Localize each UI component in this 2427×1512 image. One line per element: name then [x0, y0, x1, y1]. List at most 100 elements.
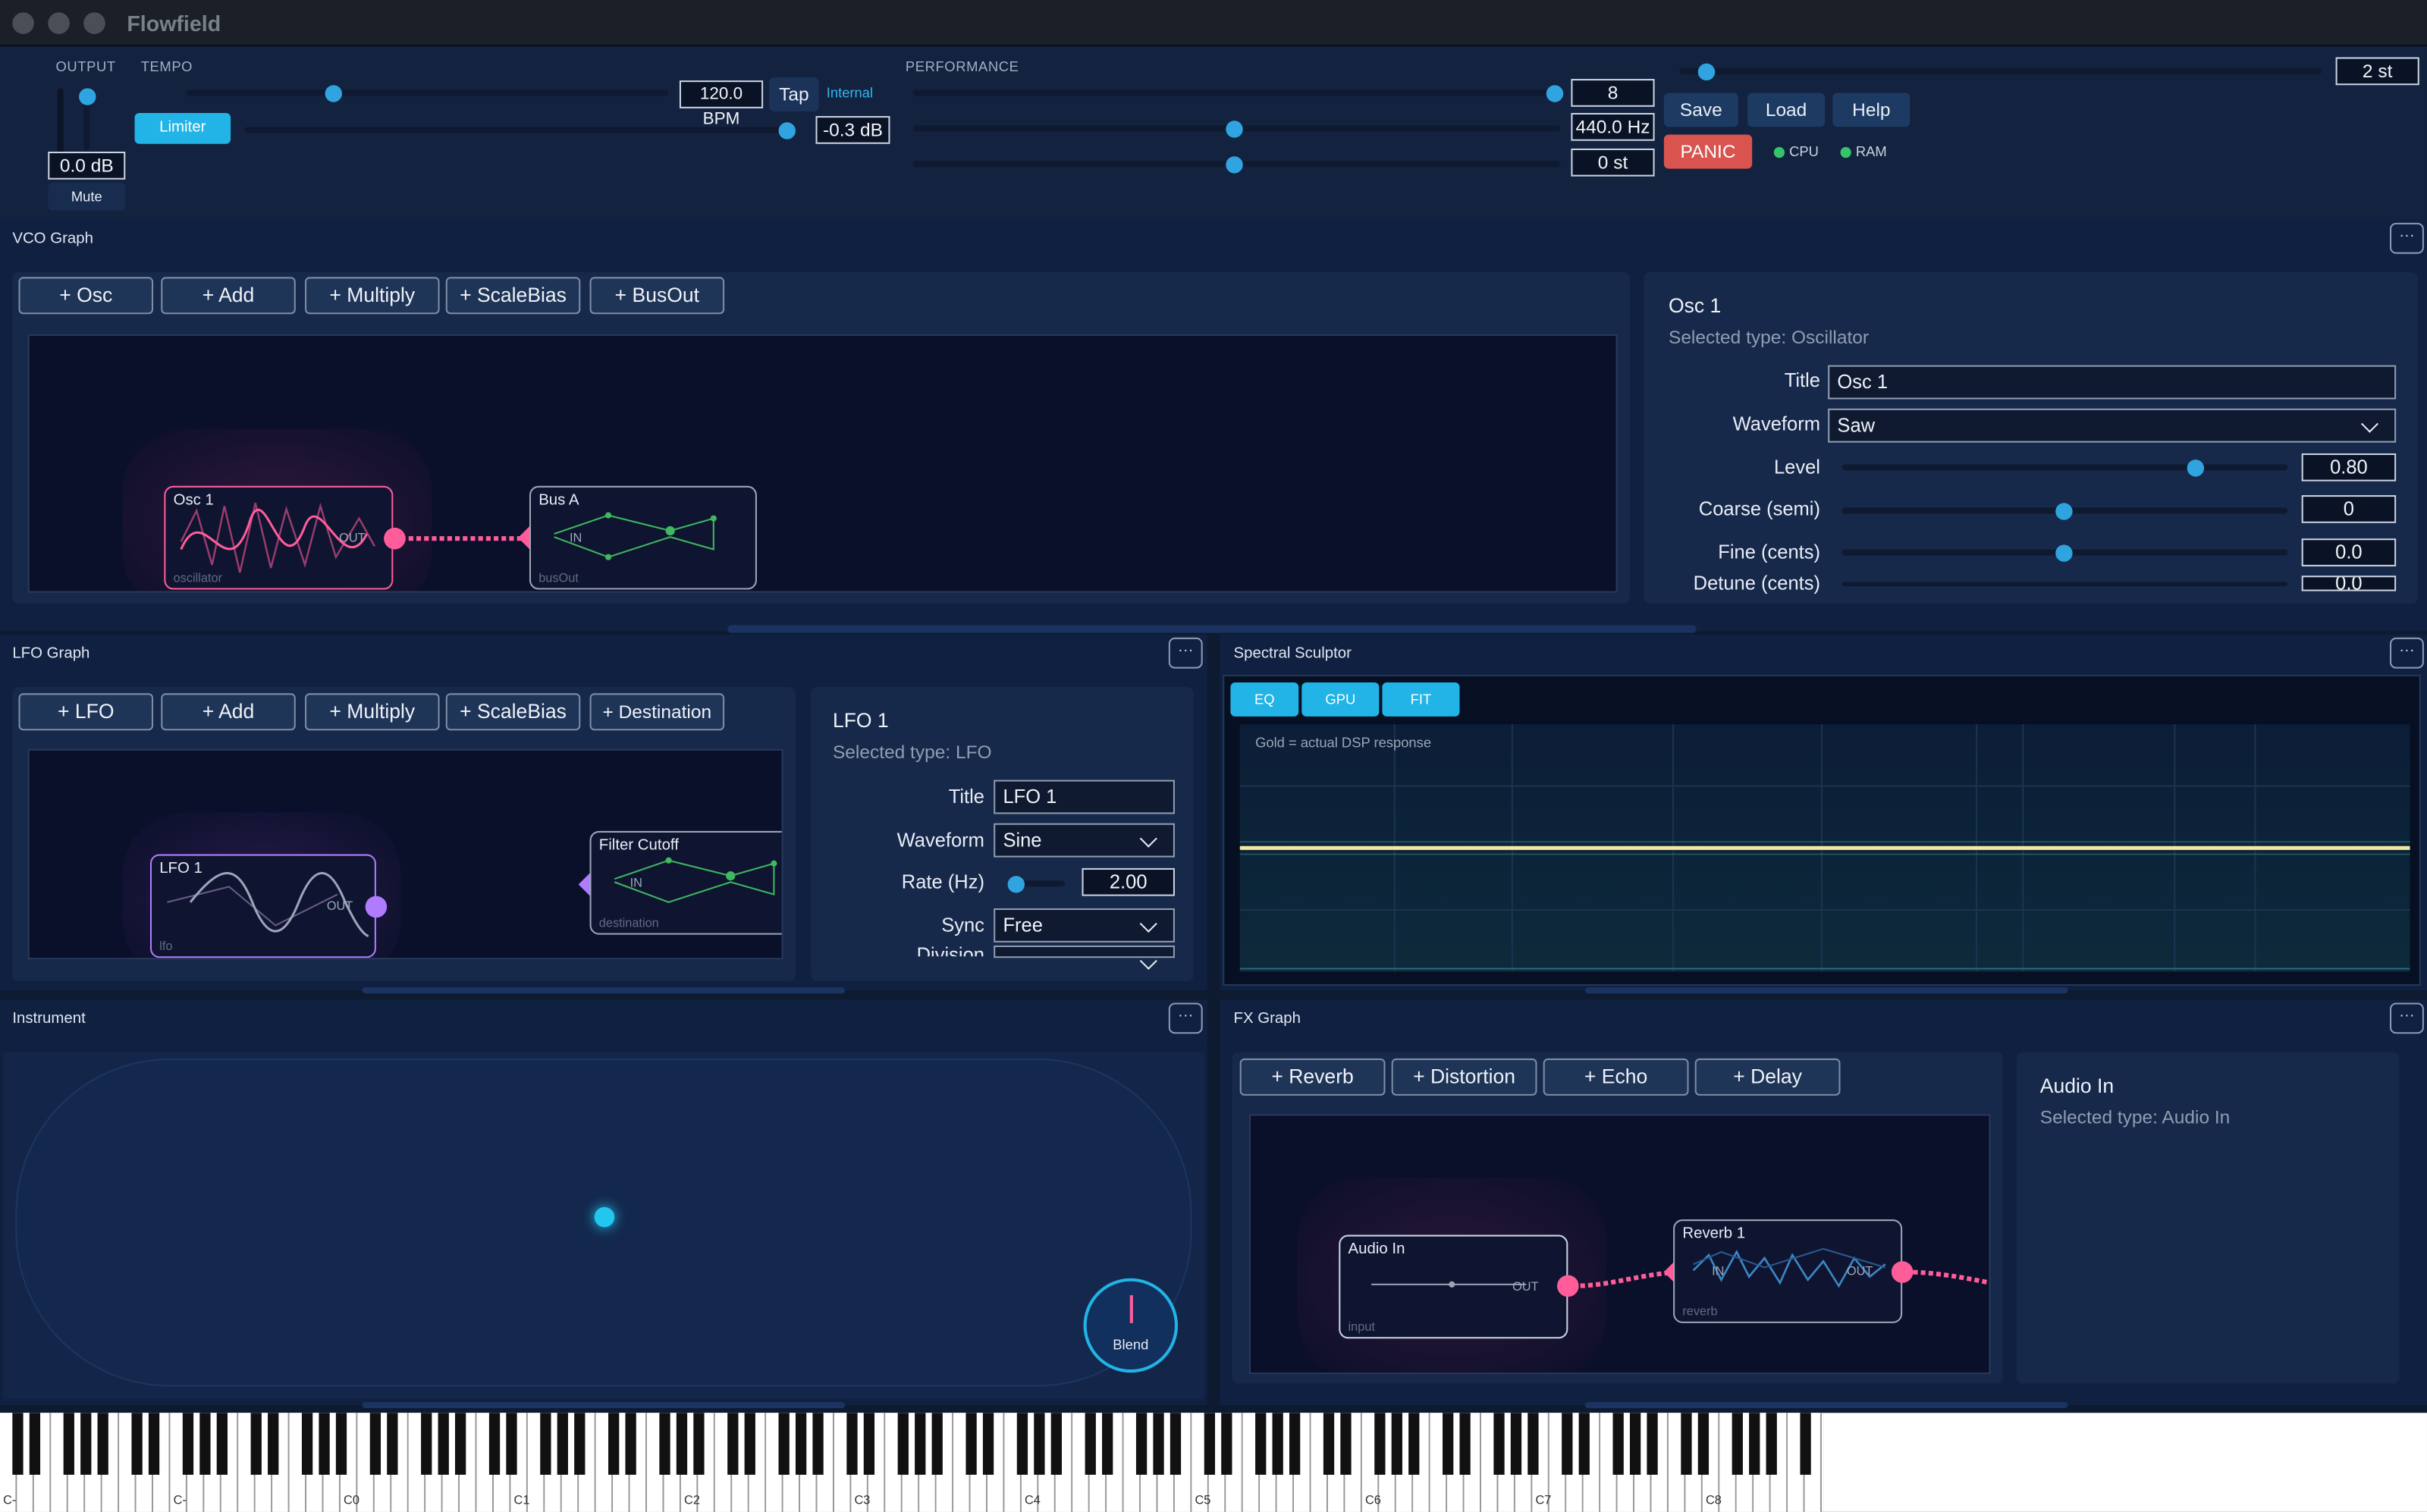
black-key[interactable] [812, 1413, 823, 1475]
black-key[interactable] [624, 1413, 636, 1475]
destination-node[interactable]: Filter Cutoff IN destination [589, 830, 782, 935]
black-key[interactable] [1561, 1413, 1572, 1475]
black-key[interactable] [1390, 1413, 1402, 1475]
vco-scrollbar[interactable] [727, 625, 1697, 633]
black-key[interactable] [1646, 1413, 1657, 1475]
limiter-toggle[interactable]: Limiter [134, 112, 231, 144]
black-key[interactable] [1697, 1413, 1709, 1475]
lfo-node[interactable]: LFO 1 OUT lfo [149, 854, 376, 958]
load-button[interactable]: Load [1747, 93, 1826, 127]
add-add-button[interactable]: + Add [161, 277, 296, 315]
black-key[interactable] [505, 1413, 516, 1475]
add-scalebias-button[interactable]: + ScaleBias [445, 277, 581, 315]
black-key[interactable] [1254, 1413, 1266, 1475]
add-destination-button[interactable]: + Destination [589, 693, 725, 731]
help-button[interactable]: Help [1832, 93, 1911, 127]
audio-in-node[interactable]: Audio In OUT input [1339, 1234, 1568, 1339]
output-fader-knob[interactable] [79, 87, 96, 105]
minimize-window-button[interactable] [48, 12, 70, 34]
black-key[interactable] [914, 1413, 925, 1475]
black-key[interactable] [573, 1413, 585, 1475]
black-key[interactable] [1016, 1413, 1028, 1475]
mute-button[interactable]: Mute [48, 182, 126, 211]
black-key[interactable] [896, 1413, 908, 1475]
lfo-division-select[interactable] [994, 945, 1175, 958]
vco-graph-canvas[interactable]: Osc 1 OUT oscillator Bus A IN busOut [27, 334, 1618, 593]
black-key[interactable] [846, 1413, 857, 1475]
add-distortion-button[interactable]: + Distortion [1391, 1058, 1537, 1096]
black-key[interactable] [147, 1413, 159, 1475]
black-key[interactable] [608, 1413, 619, 1475]
black-key[interactable] [727, 1413, 738, 1475]
lfo-title-input[interactable]: LFO 1 [994, 780, 1175, 814]
black-key[interactable] [1322, 1413, 1334, 1475]
voices-slider-track[interactable] [913, 89, 1561, 96]
black-key[interactable] [437, 1413, 448, 1475]
fx-scrollbar[interactable] [1584, 1401, 2068, 1409]
add-busout-button[interactable]: + BusOut [589, 277, 725, 315]
black-key[interactable] [1203, 1413, 1215, 1475]
black-key[interactable] [300, 1413, 312, 1475]
black-key[interactable] [1442, 1413, 1453, 1475]
piano-keyboard[interactable]: C- C- C0 C1 C2 C3 C4 C5 C6 C7 C8 [0, 1413, 1824, 1512]
bus-node[interactable]: Bus A IN busOut [529, 485, 757, 590]
vco-detune-track[interactable] [1841, 582, 2288, 587]
black-key[interactable] [199, 1413, 210, 1475]
black-key[interactable] [965, 1413, 976, 1475]
black-key[interactable] [1458, 1413, 1470, 1475]
osc-node[interactable]: Osc 1 OUT oscillator [164, 485, 394, 590]
black-key[interactable] [794, 1413, 806, 1475]
vco-more-button[interactable]: ··· [2389, 222, 2424, 254]
transpose-slider-track[interactable] [1679, 67, 2322, 74]
black-key[interactable] [931, 1413, 942, 1475]
black-key[interactable] [1612, 1413, 1623, 1475]
black-key[interactable] [1339, 1413, 1351, 1475]
reverb-node[interactable]: Reverb 1 IN OUT reverb [1673, 1219, 1903, 1323]
output-value[interactable]: 0.0 dB [48, 151, 126, 180]
instrument-more-button[interactable]: ··· [1168, 1002, 1203, 1034]
xy-pad-cursor[interactable] [594, 1206, 615, 1228]
black-key[interactable] [981, 1413, 994, 1475]
spectral-tab-fit[interactable]: FIT [1382, 682, 1460, 717]
vco-fine-knob[interactable] [2055, 544, 2073, 561]
lfo-scrollbar[interactable] [362, 987, 846, 994]
voices-slider-knob[interactable] [1546, 84, 1564, 102]
add-lfo-button[interactable]: + LFO [18, 693, 154, 731]
zoom-window-button[interactable] [83, 12, 105, 34]
black-key[interactable] [1169, 1413, 1181, 1475]
panic-button[interactable]: PANIC [1663, 134, 1753, 169]
tempo-slider-knob[interactable] [325, 84, 343, 102]
black-key[interactable] [28, 1413, 40, 1475]
black-key[interactable] [96, 1413, 108, 1475]
vco-level-knob[interactable] [2187, 459, 2205, 476]
black-key[interactable] [386, 1413, 397, 1475]
black-key[interactable] [62, 1413, 74, 1475]
black-key[interactable] [1220, 1413, 1232, 1475]
spectral-view[interactable]: EQ GPU FIT Gold = actual DSP response [1223, 674, 2421, 986]
black-key[interactable] [1050, 1413, 1061, 1475]
tuning-value[interactable]: 440.0 Hz [1571, 112, 1655, 141]
save-button[interactable]: Save [1663, 93, 1738, 127]
black-key[interactable] [658, 1413, 670, 1475]
close-window-button[interactable] [12, 12, 34, 34]
black-key[interactable] [334, 1413, 347, 1475]
black-key[interactable] [130, 1413, 142, 1475]
add-echo-button[interactable]: + Echo [1543, 1058, 1689, 1096]
black-key[interactable] [454, 1413, 466, 1475]
vco-waveform-select[interactable]: Saw [1828, 408, 2397, 443]
lfo-rate-value[interactable]: 2.00 [1082, 867, 1175, 896]
black-key[interactable] [318, 1413, 329, 1475]
instrument-pad[interactable]: Blend [3, 1052, 1204, 1399]
vco-coarse-knob[interactable] [2055, 502, 2073, 519]
black-key[interactable] [1084, 1413, 1095, 1475]
fx-more-button[interactable]: ··· [2389, 1002, 2424, 1034]
black-key[interactable] [11, 1413, 23, 1475]
limiter-value[interactable]: -0.3 dB [815, 116, 890, 144]
lfo-rate-knob[interactable] [1007, 875, 1025, 892]
voices-value[interactable]: 8 [1571, 79, 1655, 107]
black-key[interactable] [1509, 1413, 1521, 1475]
black-key[interactable] [80, 1413, 91, 1475]
tempo-value[interactable]: 120.0 BPM [679, 80, 764, 128]
lfo-waveform-select[interactable]: Sine [994, 823, 1175, 858]
lfo-add-scalebias-button[interactable]: + ScaleBias [445, 693, 581, 731]
